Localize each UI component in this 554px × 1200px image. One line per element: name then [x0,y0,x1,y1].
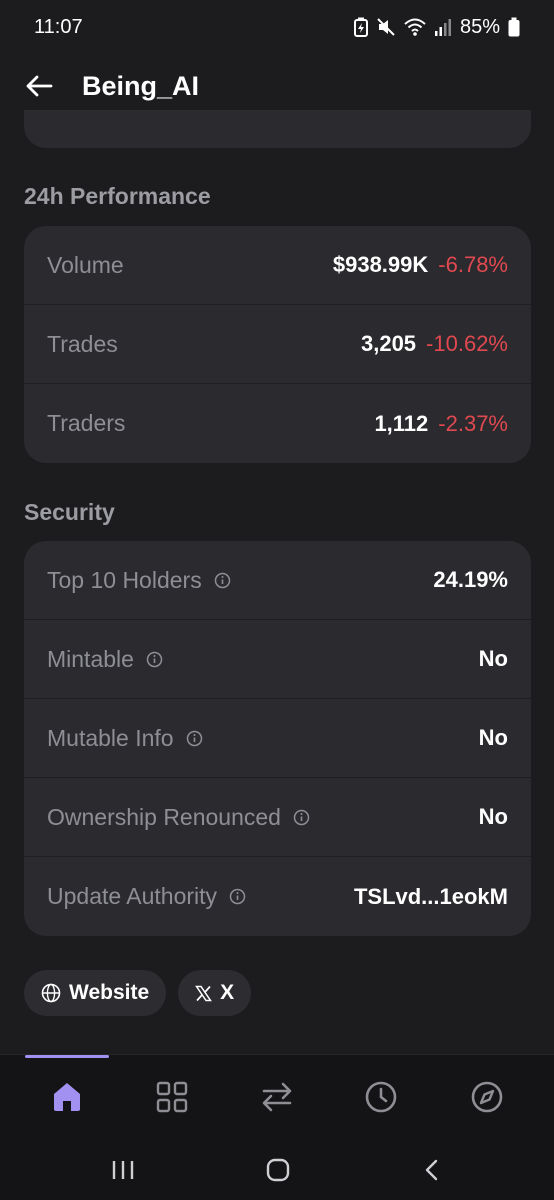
tab-history[interactable] [361,1077,401,1117]
bottom-tab-bar [0,1054,554,1138]
info-icon[interactable] [146,651,163,668]
home-circle-icon [266,1158,290,1182]
row-value: $938.99K -6.78% [333,252,508,278]
row-value[interactable]: TSLvd...1eokM [354,884,508,910]
wifi-icon [404,18,426,36]
tab-explore[interactable] [467,1077,507,1117]
x-label: X [220,981,235,1004]
previous-card [24,110,531,148]
security-section-title: Security [24,499,115,525]
battery-saver-icon [353,17,368,37]
globe-icon [41,983,61,1003]
mute-icon [377,18,395,36]
recent-apps-button[interactable] [105,1152,141,1188]
performance-row-volume: Volume $938.99K -6.78% [24,226,531,305]
row-label: Top 10 Holders [47,566,202,593]
home-button[interactable] [260,1152,296,1188]
signal-icon [434,19,451,36]
value-text: $938.99K [332,252,429,277]
row-value: 1,112 -2.37% [374,411,508,437]
status-time: 11:07 [34,15,83,38]
x-logo-icon [195,985,213,1001]
row-value: No [478,646,508,671]
compass-icon [471,1081,503,1113]
row-label: Trades [47,330,118,357]
security-row-mintable: Mintable No [24,620,531,699]
info-icon[interactable] [293,809,310,826]
chevron-left-icon [425,1159,438,1181]
row-label: Traders [47,410,126,436]
social-links: Website X [24,970,252,1016]
row-label: Mintable [47,645,134,672]
performance-row-trades: Trades 3,205 -10.62% [24,305,531,384]
security-row-update-authority: Update Authority TSLvd...1eokM [24,857,531,936]
website-label: Website [69,981,150,1004]
security-row-mutable-info: Mutable Info No [24,699,531,778]
system-navigation-bar [0,1138,554,1200]
security-card: Top 10 Holders 24.19% Mintable No Mutabl… [24,541,531,936]
security-row-ownership-renounced: Ownership Renounced No [24,778,531,857]
x-button[interactable]: X [178,970,252,1016]
info-icon[interactable] [186,730,203,747]
back-button[interactable] [24,71,54,101]
change-text: -2.37% [438,410,508,436]
value-text: 3,205 [360,331,417,356]
battery-percent: 85% [459,15,500,38]
info-icon[interactable] [229,888,246,905]
grid-icon [156,1081,188,1113]
system-back-button[interactable] [414,1152,450,1188]
row-label: Ownership Renounced [47,803,281,830]
performance-card: Volume $938.99K -6.78% Trades 3,205 -10.62… [24,226,531,463]
row-value: No [478,804,508,829]
row-label: Mutable Info [47,724,174,751]
security-row-top-holders: Top 10 Holders 24.19% [24,541,531,620]
tab-swap[interactable] [257,1077,297,1117]
home-icon [54,1083,80,1111]
change-text: -10.62% [426,331,508,356]
status-icons: 85% [353,15,520,39]
change-text: -6.78% [438,252,508,277]
arrow-left-icon [26,75,53,97]
website-button[interactable]: Website [24,970,167,1016]
row-label: Volume [47,251,124,278]
row-value: 24.19% [433,567,508,592]
status-bar: 11:07 85% [0,0,554,54]
info-icon[interactable] [214,572,231,589]
performance-section-title: 24h Performance [24,183,211,209]
performance-row-traders: Traders 1,112 -2.37% [24,384,531,463]
battery-icon [508,17,520,37]
recent-apps-icon [112,1161,134,1179]
row-label: Update Authority [47,883,218,909]
history-icon [365,1081,397,1113]
app-header: Being_AI [0,54,554,118]
row-value: No [478,725,508,750]
row-value: 3,205 -10.62% [361,331,508,357]
value-text: 1,112 [374,410,429,436]
active-tab-indicator [25,1055,109,1058]
page-title: Being_AI [82,70,200,101]
swap-icon [262,1082,292,1112]
tab-home[interactable] [47,1077,87,1117]
tab-grid[interactable] [152,1077,192,1117]
